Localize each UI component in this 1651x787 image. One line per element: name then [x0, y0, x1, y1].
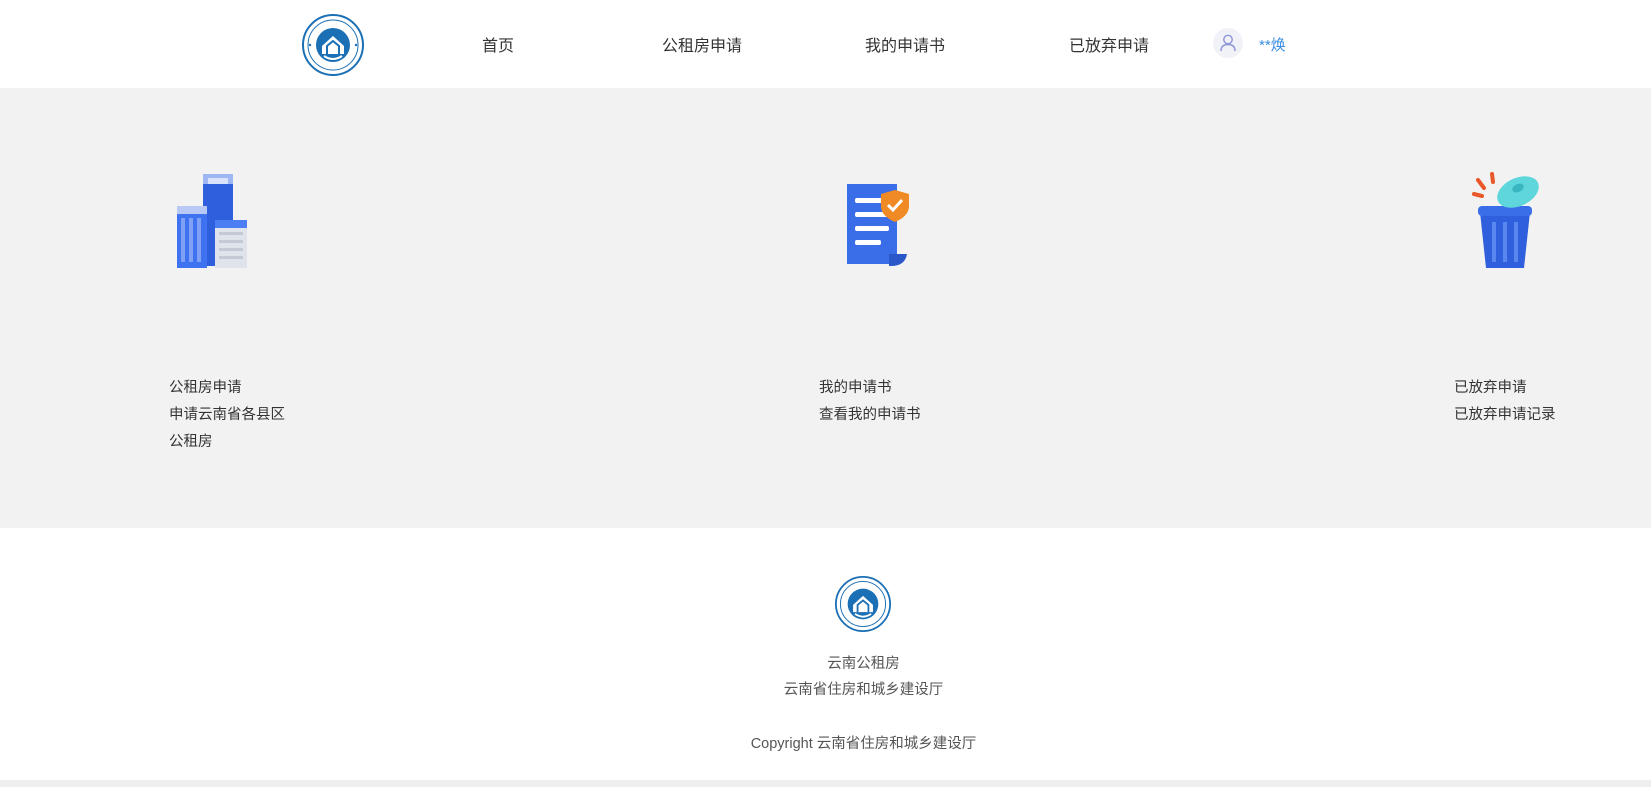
- footer: 云南公租房 云南省住房和城乡建设厅 Copyright 云南省住房和城乡建设厅: [0, 528, 1651, 780]
- card-title: 我的申请书: [819, 380, 892, 396]
- card-text-group: 公租房申请 申请云南省各县区 公租房: [169, 375, 285, 456]
- footer-logo: [835, 576, 891, 632]
- user-icon: [1220, 34, 1236, 52]
- trash-bin-icon: [1472, 172, 1539, 268]
- document-shield-icon: [847, 184, 909, 266]
- avatar[interactable]: [1213, 28, 1243, 58]
- card-text-group: 我的申请书 查看我的申请书: [819, 375, 921, 429]
- nav-public-housing-apply[interactable]: 公租房申请: [662, 32, 742, 56]
- card-text-group: 已放弃申请 已放弃申请记录: [1454, 375, 1556, 429]
- footer-site-name: 云南公租房: [827, 656, 900, 672]
- card-desc: 已放弃申请记录: [1454, 407, 1556, 423]
- nav-home[interactable]: 首页: [482, 32, 514, 56]
- site-logo[interactable]: [302, 14, 364, 76]
- nav-abandoned-applications[interactable]: 已放弃申请: [1069, 32, 1149, 56]
- card-title: 已放弃申请: [1454, 380, 1527, 396]
- main-content: 公租房申请 申请云南省各县区 公租房 我的申请书 查看我的申请书 已放弃申请 已…: [0, 88, 1651, 528]
- card-desc: 查看我的申请书: [819, 407, 921, 423]
- bottom-divider: [0, 780, 1651, 787]
- card-title: 公租房申请: [169, 380, 242, 396]
- building-icon: [177, 174, 247, 268]
- nav-my-applications[interactable]: 我的申请书: [865, 32, 945, 56]
- footer-org: 云南省住房和城乡建设厅: [783, 682, 944, 698]
- card-desc-cont: 公租房: [169, 434, 213, 450]
- username[interactable]: **焕: [1259, 34, 1286, 55]
- footer-copyright: Copyright 云南省住房和城乡建设厅: [750, 736, 977, 752]
- top-header: 首页 公租房申请 我的申请书 已放弃申请 **焕: [0, 0, 1651, 88]
- card-desc: 申请云南省各县区: [169, 407, 285, 423]
